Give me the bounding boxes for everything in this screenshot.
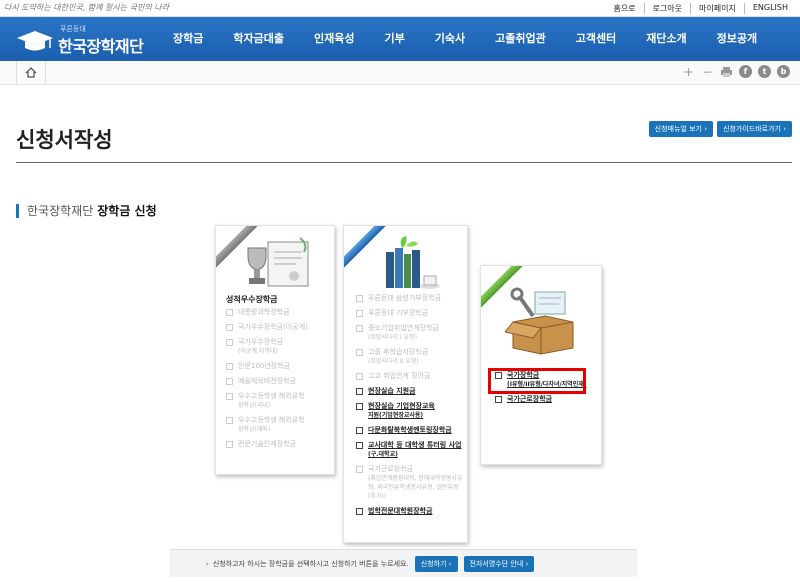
list-item[interactable]: 교사대학 등 대학생 튜터링 사업 (구.대학교) xyxy=(356,441,463,459)
menu-scholarship[interactable]: 장학금 xyxy=(158,17,218,61)
manual-button[interactable]: 신청매뉴얼 보기 › xyxy=(648,121,714,137)
guide-button[interactable]: 신청가이드바로가기 › xyxy=(717,121,792,137)
list-item[interactable]: 국가우수장학금 (이공계,지역대) xyxy=(226,338,330,356)
top-links: 홈으로 로그아웃 마이페이지 ENGLISH xyxy=(605,3,796,14)
checkbox[interactable] xyxy=(226,363,233,370)
checkbox[interactable] xyxy=(356,388,363,395)
e-signature-button[interactable]: 전자서명수단 안내 › xyxy=(463,555,535,572)
checkbox[interactable] xyxy=(226,324,233,331)
checkbox[interactable] xyxy=(226,417,233,424)
main-navbar: 푸른등대 한국장학재단 장학금 학자금대출 인재육성 기부 기숙사 고졸취업관 … xyxy=(0,17,800,61)
menu-disclosure[interactable]: 정보공개 xyxy=(702,17,772,61)
menu-support[interactable]: 고객센터 xyxy=(561,17,631,61)
list-item[interactable]: 고교 취업연계 장려금 xyxy=(356,372,463,381)
list-item[interactable]: 현장실습 지원금 xyxy=(356,387,463,396)
title-divider xyxy=(16,162,792,163)
home-link[interactable]: 홈으로 xyxy=(605,3,643,14)
list-item[interactable]: 대통령과학장학금 xyxy=(226,308,330,317)
checkbox[interactable] xyxy=(495,396,502,403)
list-item[interactable]: 법학전문대학원장학금 xyxy=(356,507,463,516)
facebook-icon[interactable]: f xyxy=(739,65,752,78)
checkbox[interactable] xyxy=(356,295,363,302)
checkbox[interactable] xyxy=(356,442,363,449)
twitter-icon[interactable]: t xyxy=(758,65,771,78)
card-national: 국가장학금 (I유형/II유형/다자녀/지역인재) 국가근로장학금 xyxy=(480,265,602,465)
card-donation: 푸른등대 삼성기부장학금 푸른등대 기부장학금 중소기업취업연계장학금 (희망사다… xyxy=(343,225,468,543)
checkbox[interactable] xyxy=(356,310,363,317)
section-title: 장학금 신청 xyxy=(97,204,157,218)
list-item[interactable]: 국가근로장학금 (취업연계중점대학, 장애대학생봉사유형, 외국인유학생봉사유형,… xyxy=(356,465,463,501)
mypage-link[interactable]: 마이페이지 xyxy=(690,3,744,14)
zoom-in-icon[interactable]: + xyxy=(682,65,695,79)
list-item[interactable]: 푸른등대 기부장학금 xyxy=(356,309,463,318)
section-prefix: 한국장학재단 xyxy=(27,204,94,218)
apply-button[interactable]: 신청하기 › xyxy=(414,555,458,572)
checkbox[interactable] xyxy=(226,393,233,400)
checkbox[interactable] xyxy=(226,441,233,448)
logo-name: 한국장학재단 xyxy=(58,37,144,56)
list-item[interactable]: 중소기업취업연계장학금 (희망사다리 I 유형) xyxy=(356,324,463,342)
title-buttons: 신청매뉴얼 보기 › 신청가이드바로가기 › xyxy=(648,121,792,137)
blog-icon[interactable]: b xyxy=(777,65,790,78)
graduation-cap-icon xyxy=(17,31,53,51)
checkbox[interactable] xyxy=(356,349,363,356)
card-donation-list: 푸른등대 삼성기부장학금 푸른등대 기부장학금 중소기업취업연계장학금 (희망사다… xyxy=(356,294,463,522)
checkbox[interactable] xyxy=(356,373,363,380)
list-item[interactable]: 국가근로장학금 xyxy=(495,395,597,404)
menu-loan[interactable]: 학자금대출 xyxy=(218,17,299,61)
apply-bar: › 신청하고자 하시는 장학금을 선택하시고 신청하기 버튼을 누르세요. 신청… xyxy=(170,549,637,577)
menu-dormitory[interactable]: 기숙사 xyxy=(420,17,480,61)
list-item[interactable]: 인문100년장학금 xyxy=(226,362,330,371)
toolbox-icon xyxy=(505,287,574,355)
print-icon[interactable] xyxy=(720,65,733,78)
section-heading: 한국장학재단 장학금 신청 xyxy=(16,202,157,219)
list-item[interactable]: 고졸 후학습자장학금 (희망사다리 II 유형) xyxy=(356,348,463,366)
checkbox[interactable] xyxy=(356,508,363,515)
checkbox[interactable] xyxy=(356,403,363,410)
section-bar xyxy=(16,203,19,218)
list-item[interactable]: 푸른등대 삼성기부장학금 xyxy=(356,294,463,303)
selection-highlight xyxy=(488,368,586,394)
list-item[interactable]: 우수고등학생 해외유학 장학금(국내) xyxy=(226,392,330,410)
logout-link[interactable]: 로그아웃 xyxy=(643,3,690,14)
slogan: 다시 도약하는 대한민국, 함께 잘사는 국민의 나라 xyxy=(4,3,169,12)
utility-bar: + − f t b xyxy=(0,61,800,85)
card-merit: 성적우수장학금 대통령과학장학금 국가우수장학금(이공계) 국가우수장학금 (이공… xyxy=(215,225,335,475)
top-bar: 다시 도약하는 대한민국, 함께 잘사는 국민의 나라 홈으로 로그아웃 마이페… xyxy=(0,0,800,17)
menu-donation[interactable]: 기부 xyxy=(369,17,419,61)
menu-about[interactable]: 재단소개 xyxy=(631,17,701,61)
menu-talent[interactable]: 인재육성 xyxy=(299,17,369,61)
card-merit-heading: 성적우수장학금 xyxy=(226,295,278,304)
list-item[interactable]: 예술체육비전장학금 xyxy=(226,377,330,386)
books-coffee-icon xyxy=(386,236,440,289)
card-merit-list: 대통령과학장학금 국가우수장학금(이공계) 국가우수장학금 (이공계,지역대) 인… xyxy=(226,308,330,455)
list-item[interactable]: 우수고등학생 해외유학 장학금(해외) xyxy=(226,416,330,434)
main-menu: 장학금 학자금대출 인재육성 기부 기숙사 고졸취업관 고객센터 재단소개 정보… xyxy=(158,17,772,61)
english-link[interactable]: ENGLISH xyxy=(743,3,796,14)
list-item[interactable]: 국가우수장학금(이공계) xyxy=(226,323,330,332)
menu-jobs[interactable]: 고졸취업관 xyxy=(480,17,561,61)
checkbox[interactable] xyxy=(226,309,233,316)
checkbox[interactable] xyxy=(226,339,233,346)
logo[interactable]: 푸른등대 한국장학재단 xyxy=(14,21,144,57)
arrow-icon: › xyxy=(206,559,209,568)
list-item[interactable]: 현장실습 기업현장교육 지원(기업현장교사용) xyxy=(356,402,463,420)
trophy-certificate-icon xyxy=(247,237,309,287)
checkbox[interactable] xyxy=(226,378,233,385)
page-title: 신청서작성 xyxy=(16,128,113,152)
apply-instruction: 신청하고자 하시는 장학금을 선택하시고 신청하기 버튼을 누르세요. xyxy=(212,559,409,568)
utility-icons: + − f t b xyxy=(682,65,790,79)
zoom-out-icon[interactable]: − xyxy=(701,65,714,79)
checkbox[interactable] xyxy=(356,325,363,332)
home-icon[interactable] xyxy=(16,61,46,84)
list-item[interactable]: 다문화탈북학생멘토링장학금 xyxy=(356,426,463,435)
checkbox[interactable] xyxy=(356,427,363,434)
list-item[interactable]: 전문기술인재장학금 xyxy=(226,440,330,449)
checkbox[interactable] xyxy=(356,466,363,473)
